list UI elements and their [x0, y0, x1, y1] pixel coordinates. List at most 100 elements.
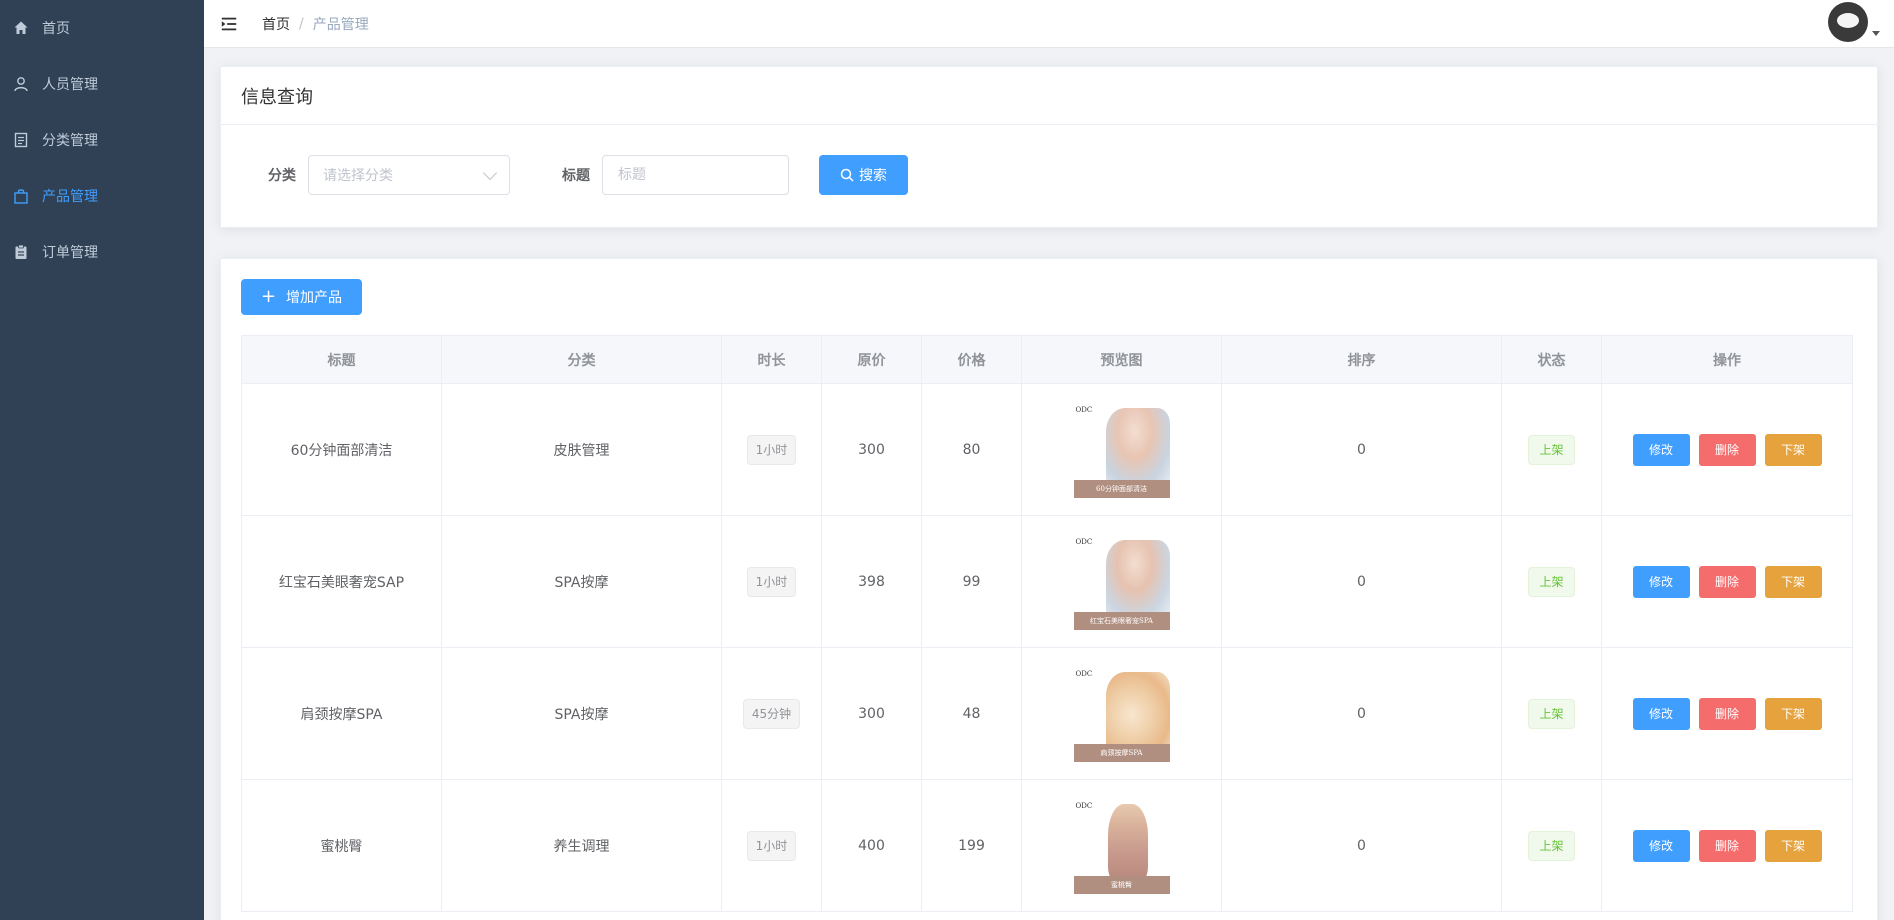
cell-sort: 0 — [1221, 647, 1502, 780]
delete-button[interactable]: 删除 — [1698, 829, 1756, 862]
title-input[interactable] — [602, 155, 789, 195]
breadcrumb: 首页 / 产品管理 — [262, 14, 369, 34]
main-content: 信息查询 分类 请选择分类 标题 搜索 + 增加产品 — [204, 48, 1894, 920]
sidebar-item-label: 产品管理 — [42, 189, 98, 205]
home-icon — [12, 19, 30, 37]
cell-category: 养生调理 — [441, 779, 722, 912]
avatar[interactable] — [1828, 2, 1868, 42]
status-tag: 上架 — [1528, 434, 1575, 465]
column-header: 排序 — [1221, 335, 1502, 384]
edit-button[interactable]: 修改 — [1632, 433, 1690, 466]
shopping-bag-icon — [12, 187, 30, 205]
cell-title: 60分钟面部清洁 — [241, 383, 442, 516]
edit-button[interactable]: 修改 — [1632, 565, 1690, 598]
user-icon — [12, 75, 30, 93]
cell-sort: 0 — [1221, 383, 1502, 516]
product-table: 标题 分类 时长 原价 价格 预览图 排序 状态 操作 60分钟面部清洁 皮肤管… — [241, 335, 1853, 912]
off-shelf-button[interactable]: 下架 — [1764, 697, 1822, 730]
sidebar-item-home[interactable]: 首页 — [0, 0, 204, 56]
column-header: 时长 — [721, 335, 822, 384]
cell-category: SPA按摩 — [441, 515, 722, 648]
breadcrumb-current: 产品管理 — [312, 16, 369, 33]
sidebar-item-label: 首页 — [42, 21, 70, 37]
preview-image[interactable]: ODC 红宝石美眼奢宠SPA — [1073, 533, 1170, 630]
cell-price: 48 — [921, 647, 1022, 780]
preview-brand: ODC — [1075, 801, 1093, 810]
navbar: 首页 / 产品管理 — [204, 0, 1894, 48]
user-menu[interactable] — [1828, 2, 1880, 42]
cell-sort: 0 — [1221, 515, 1502, 648]
cell-price: 99 — [921, 515, 1022, 648]
preview-photo — [1105, 407, 1170, 486]
column-header: 原价 — [821, 335, 922, 384]
row-actions: 修改 删除 下架 — [1602, 829, 1852, 862]
off-shelf-button[interactable]: 下架 — [1764, 433, 1822, 466]
edit-button[interactable]: 修改 — [1632, 697, 1690, 730]
status-tag: 上架 — [1528, 830, 1575, 861]
preview-photo — [1105, 671, 1170, 750]
column-header: 预览图 — [1021, 335, 1222, 384]
category-label: 分类 — [268, 168, 296, 184]
sidebar-item-products[interactable]: 产品管理 — [0, 168, 204, 224]
sidebar-item-orders[interactable]: 订单管理 — [0, 224, 204, 280]
edit-button[interactable]: 修改 — [1632, 829, 1690, 862]
query-form: 分类 请选择分类 标题 搜索 — [221, 125, 1877, 205]
status-tag: 上架 — [1528, 566, 1575, 597]
off-shelf-button[interactable]: 下架 — [1764, 565, 1822, 598]
row-actions: 修改 删除 下架 — [1602, 433, 1852, 466]
caret-down-icon[interactable] — [1872, 31, 1880, 36]
hamburger-icon[interactable] — [220, 14, 240, 34]
search-button-label: 搜索 — [859, 168, 887, 184]
add-product-label: 增加产品 — [286, 290, 343, 306]
off-shelf-button[interactable]: 下架 — [1764, 829, 1822, 862]
document-icon — [12, 131, 30, 149]
duration-tag: 1小时 — [746, 830, 797, 861]
plus-icon: + — [260, 286, 277, 307]
duration-tag: 45分钟 — [742, 698, 801, 729]
sidebar: 首页 人员管理 分类管理 产品管理 订单管理 — [0, 0, 204, 920]
preview-photo — [1107, 803, 1148, 882]
table-row: 肩颈按摩SPA SPA按摩 45分钟 300 48 ODC 肩颈按摩SPA 0 … — [241, 647, 1853, 780]
add-product-button[interactable]: + 增加产品 — [241, 279, 362, 315]
breadcrumb-home[interactable]: 首页 — [262, 14, 290, 34]
delete-button[interactable]: 删除 — [1698, 697, 1756, 730]
title-label: 标题 — [562, 168, 590, 184]
cell-price: 199 — [921, 779, 1022, 912]
row-actions: 修改 删除 下架 — [1602, 697, 1852, 730]
sidebar-item-label: 人员管理 — [42, 77, 98, 93]
table-row: 蜜桃臀 养生调理 1小时 400 199 ODC 蜜桃臀 0 上架 修改 删除 … — [241, 779, 1853, 912]
search-button[interactable]: 搜索 — [819, 155, 908, 195]
query-card: 信息查询 分类 请选择分类 标题 搜索 — [220, 66, 1878, 228]
sidebar-item-users[interactable]: 人员管理 — [0, 56, 204, 112]
delete-button[interactable]: 删除 — [1698, 433, 1756, 466]
category-select-placeholder: 请选择分类 — [323, 168, 393, 184]
table-row: 红宝石美眼奢宠SAP SPA按摩 1小时 398 99 ODC 红宝石美眼奢宠S… — [241, 515, 1853, 648]
breadcrumb-separator: / — [299, 15, 304, 32]
cell-category: SPA按摩 — [441, 647, 722, 780]
preview-brand: ODC — [1075, 669, 1093, 678]
preview-photo — [1105, 539, 1170, 618]
table-header-row: 标题 分类 时长 原价 价格 预览图 排序 状态 操作 — [241, 335, 1853, 384]
preview-image[interactable]: ODC 肩颈按摩SPA — [1073, 665, 1170, 762]
query-card-title: 信息查询 — [221, 67, 1877, 125]
cell-title: 蜜桃臀 — [241, 779, 442, 912]
sidebar-item-categories[interactable]: 分类管理 — [0, 112, 204, 168]
category-select[interactable]: 请选择分类 — [308, 155, 510, 195]
status-tag: 上架 — [1528, 698, 1575, 729]
sidebar-item-label: 分类管理 — [42, 133, 98, 149]
preview-caption: 蜜桃臀 — [1073, 875, 1170, 894]
cell-title: 红宝石美眼奢宠SAP — [241, 515, 442, 648]
preview-caption: 肩颈按摩SPA — [1073, 743, 1170, 762]
column-header: 状态 — [1501, 335, 1602, 384]
preview-image[interactable]: ODC 60分钟面部清洁 — [1073, 401, 1170, 498]
table-row: 60分钟面部清洁 皮肤管理 1小时 300 80 ODC 60分钟面部清洁 0 … — [241, 383, 1853, 516]
sidebar-item-label: 订单管理 — [42, 245, 98, 261]
delete-button[interactable]: 删除 — [1698, 565, 1756, 598]
clipboard-icon — [12, 243, 30, 261]
cell-original-price: 300 — [821, 383, 922, 516]
cell-original-price: 400 — [821, 779, 922, 912]
column-header: 标题 — [241, 335, 442, 384]
preview-image[interactable]: ODC 蜜桃臀 — [1073, 797, 1170, 894]
cell-price: 80 — [921, 383, 1022, 516]
column-header: 分类 — [441, 335, 722, 384]
